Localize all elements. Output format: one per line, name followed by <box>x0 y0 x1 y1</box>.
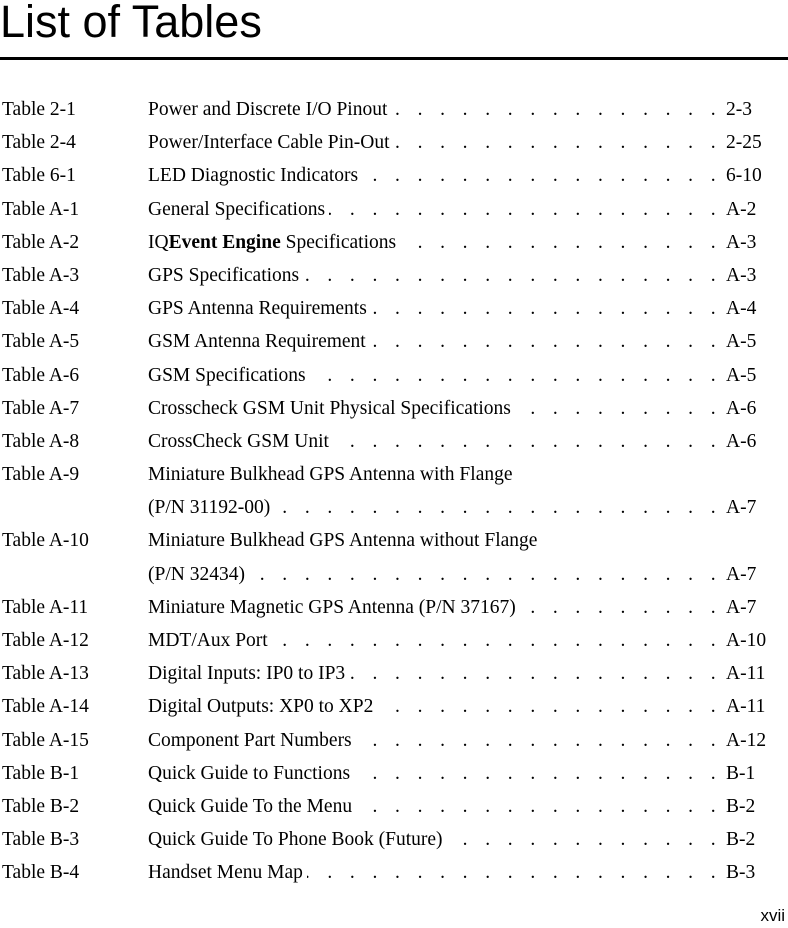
entry-number: Table A-4 <box>2 298 80 320</box>
entry-title-line-1[interactable]: Miniature Bulkhead GPS Antenna with Flan… <box>148 458 513 491</box>
title-suffix: Specifications <box>280 231 397 253</box>
entry-page[interactable]: A-7 <box>724 590 757 625</box>
toc-entry[interactable]: Table A-2 IQEvent Engine Specifications … <box>0 225 788 259</box>
entry-number: Table A-5 <box>2 331 80 353</box>
entry-number: Table A-7 <box>2 397 80 419</box>
entry-title[interactable]: GPS Antenna Requirements <box>148 292 371 326</box>
entry-number: Table A-9 <box>2 464 80 486</box>
entry-page[interactable]: B-3 <box>724 856 756 890</box>
toc-entry[interactable]: Table A-12 MDT/Aux Port . . . . . . . . … <box>0 624 788 658</box>
entry-number: Table B-1 <box>2 762 80 784</box>
entry-page[interactable]: A-7 <box>724 491 757 525</box>
entry-number: Table 6-1 <box>2 165 76 187</box>
entry-page[interactable]: A-3 <box>724 225 757 259</box>
entry-title[interactable]: Component Part Numbers <box>148 723 356 757</box>
entry-page[interactable]: A-2 <box>724 192 757 226</box>
toc-entry[interactable]: Table A-8 CrossCheck GSM Unit . . . . . … <box>0 424 788 459</box>
entry-title[interactable]: MDT/Aux Port <box>148 624 272 658</box>
entry-title-line-1[interactable]: Miniature Bulkhead GPS Antenna without F… <box>148 524 537 557</box>
entry-number: Table A-11 <box>2 596 89 618</box>
entry-title[interactable]: Digital Outputs: XP0 to XP2 <box>148 690 378 724</box>
entry-title[interactable]: Power and Discrete I/O Pinout <box>148 93 392 127</box>
entry-title[interactable]: GSM Antenna Requirement <box>148 325 370 359</box>
product-name: Event Engine <box>168 231 281 253</box>
entry-title[interactable]: LED Diagnostic Indicators <box>148 159 363 193</box>
toc-entry[interactable]: Table B-3 Quick Guide To Phone Book (Fut… <box>0 823 788 857</box>
page-number: xvii <box>760 906 785 925</box>
toc-entry[interactable]: Table A-6 GSM Specifications . . . . . .… <box>0 358 788 392</box>
entry-title-line-2[interactable]: (P/N 31192-00) <box>148 491 275 525</box>
entry-number: Table A-15 <box>2 729 89 751</box>
toc-entry[interactable]: Table 2-4 Power/Interface Cable Pin-Out … <box>0 126 788 160</box>
entry-title[interactable]: Quick Guide to Functions <box>148 756 355 790</box>
toc-entry[interactable]: Table A-3 GPS Specifications . . . . . .… <box>0 258 788 293</box>
entry-page[interactable]: A-6 <box>724 424 757 459</box>
toc-entry[interactable]: Table A-10 Miniature Bulkhead GPS Antenn… <box>0 524 788 591</box>
entry-page[interactable]: B-1 <box>724 756 756 790</box>
toc-entry[interactable]: Table A-9 Miniature Bulkhead GPS Antenna… <box>0 458 788 525</box>
entry-number: Table 2-4 <box>2 132 76 154</box>
entry-page[interactable]: 2-3 <box>724 93 752 127</box>
entry-page[interactable]: A-5 <box>724 358 757 392</box>
entry-number: Table A-2 <box>2 231 80 253</box>
toc-entry[interactable]: Table A-11 Miniature Magnetic GPS Antenn… <box>0 590 788 625</box>
page-title: List of Tables <box>0 0 262 47</box>
toc-entry[interactable]: Table A-4 GPS Antenna Requirements . . .… <box>0 292 788 326</box>
toc-entry[interactable]: Table A-15 Component Part Numbers . . . … <box>0 723 788 757</box>
toc-entry[interactable]: Table B-2 Quick Guide To the Menu . . . … <box>0 789 788 824</box>
entry-number: Table B-4 <box>2 862 80 884</box>
toc-entry[interactable]: Table A-1 General Specifications . . . .… <box>0 192 788 226</box>
entry-title[interactable]: IQEvent Engine Specifications <box>148 225 401 259</box>
entry-title[interactable]: Crosscheck GSM Unit Physical Specificati… <box>148 391 515 425</box>
entry-number: Table A-14 <box>2 696 89 718</box>
entry-title-line-2[interactable]: (P/N 32434) <box>148 557 249 591</box>
entry-title[interactable]: Power/Interface Cable Pin-Out <box>148 126 394 160</box>
entry-page[interactable]: 6-10 <box>724 159 762 193</box>
toc-entry[interactable]: Table B-4 Handset Menu Map . . . . . . .… <box>0 856 788 890</box>
entry-number: Table A-13 <box>2 663 89 685</box>
entry-page[interactable]: A-3 <box>724 258 757 293</box>
toc-entry[interactable]: Table A-5 GSM Antenna Requirement . . . … <box>0 325 788 359</box>
entry-number: Table A-8 <box>2 430 80 452</box>
entry-number: Table A-3 <box>2 264 80 286</box>
entry-number: Table A-10 <box>2 530 89 552</box>
entry-page[interactable]: B-2 <box>724 823 756 857</box>
toc-entry[interactable]: Table 2-1 Power and Discrete I/O Pinout … <box>0 93 788 127</box>
entry-title[interactable]: Digital Inputs: IP0 to IP3 <box>148 657 350 691</box>
entry-page[interactable]: A-11 <box>724 657 766 691</box>
entry-title[interactable]: GSM Specifications <box>148 358 310 392</box>
entry-page[interactable]: B-2 <box>724 789 756 824</box>
entry-title[interactable]: Miniature Magnetic GPS Antenna (P/N 3716… <box>148 590 520 625</box>
entry-title[interactable]: Quick Guide To Phone Book (Future) <box>148 823 447 857</box>
entry-title[interactable]: Quick Guide To the Menu <box>148 789 357 824</box>
entry-page[interactable]: A-4 <box>724 292 757 326</box>
entry-number: Table A-1 <box>2 198 80 220</box>
entry-number: Table B-2 <box>2 795 80 817</box>
entry-number: Table A-6 <box>2 364 80 386</box>
entry-page[interactable]: A-5 <box>724 325 757 359</box>
entry-number: Table 2-1 <box>2 99 76 120</box>
entry-number: Table A-12 <box>2 630 89 652</box>
toc-entry[interactable]: Table A-13 Digital Inputs: IP0 to IP3 . … <box>0 657 788 691</box>
list-of-tables: Table 2-1 Power and Discrete I/O Pinout … <box>0 93 788 890</box>
toc-entry[interactable]: Table A-7 Crosscheck GSM Unit Physical S… <box>0 391 788 425</box>
entry-page[interactable]: A-11 <box>724 690 766 724</box>
entry-page[interactable]: A-7 <box>724 557 757 591</box>
entry-number: Table B-3 <box>2 829 80 851</box>
title-rule <box>0 57 788 60</box>
toc-entry[interactable]: Table 6-1 LED Diagnostic Indicators . . … <box>0 159 788 193</box>
entry-title[interactable]: GPS Specifications <box>148 258 304 293</box>
entry-page[interactable]: A-10 <box>724 624 767 658</box>
title-prefix: IQ <box>148 231 169 253</box>
entry-title[interactable]: Handset Menu Map <box>148 856 307 890</box>
toc-entry[interactable]: Table B-1 Quick Guide to Functions . . .… <box>0 756 788 790</box>
entry-page[interactable]: A-12 <box>724 723 767 757</box>
entry-title[interactable]: CrossCheck GSM Unit <box>148 424 333 459</box>
toc-entry[interactable]: Table A-14 Digital Outputs: XP0 to XP2 .… <box>0 690 788 724</box>
entry-page[interactable]: 2-25 <box>724 126 762 160</box>
entry-page[interactable]: A-6 <box>724 391 757 425</box>
entry-title[interactable]: General Specifications <box>148 192 330 226</box>
